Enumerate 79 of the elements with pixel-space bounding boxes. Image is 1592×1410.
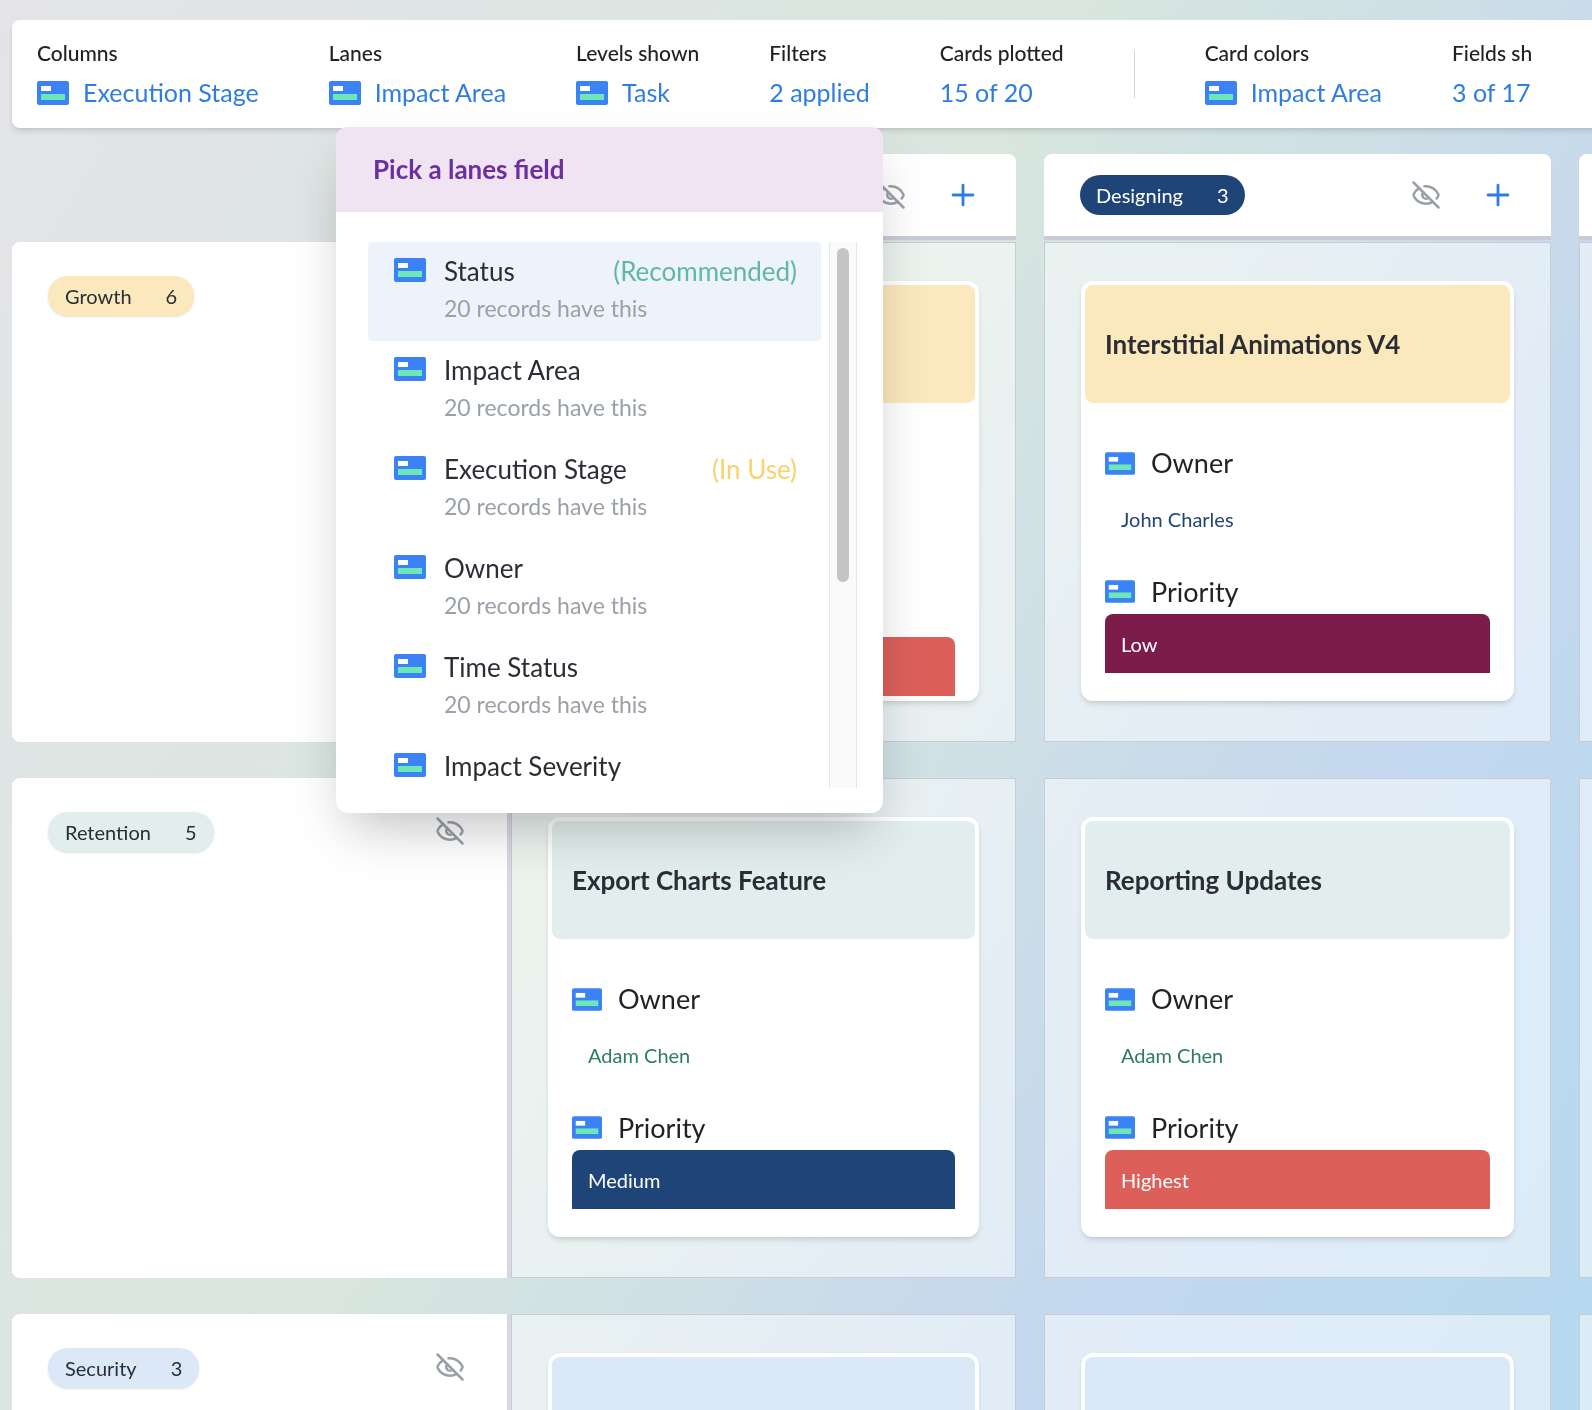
lane-name: Growth bbox=[65, 283, 132, 310]
scrollbar[interactable] bbox=[829, 241, 857, 788]
owner-value: Adam Chen bbox=[588, 1041, 692, 1069]
setting-label: Lanes bbox=[328, 38, 384, 67]
field-icon bbox=[394, 653, 426, 678]
task-card[interactable]: Export Charts Feature Owner Adam Chen Priority Medium bbox=[548, 817, 979, 1237]
field-label: Owner bbox=[1151, 981, 1233, 1017]
field-option[interactable]: Status (Recommended) 20 records have this bbox=[368, 241, 822, 341]
field-icon bbox=[572, 987, 602, 1011]
setting-label: Card colors bbox=[1204, 38, 1311, 67]
field-icon bbox=[1105, 580, 1135, 604]
option-label: Execution Stage bbox=[444, 451, 627, 487]
field-icon bbox=[394, 554, 426, 579]
field-icon bbox=[394, 257, 426, 282]
option-label: Impact Area bbox=[444, 352, 581, 388]
option-label: Impact Severity bbox=[444, 748, 622, 784]
setting-label: Levels shown bbox=[576, 38, 700, 67]
setting-value[interactable]: Impact Area bbox=[1204, 74, 1382, 112]
field-icon bbox=[394, 455, 426, 480]
hide-icon[interactable] bbox=[1411, 180, 1441, 210]
task-card[interactable]: Interstitial Animations V4 Owner John Charles Priority Low bbox=[1081, 281, 1514, 701]
owner-value: Adam Chen bbox=[1121, 1041, 1225, 1069]
field-icon bbox=[328, 80, 361, 105]
priority-tag: Medium bbox=[572, 1150, 955, 1209]
option-note: (In Use) bbox=[712, 451, 798, 487]
field-icon bbox=[1204, 80, 1237, 105]
menu-title: Pick a lanes field bbox=[373, 151, 565, 187]
option-note: (Recommended) bbox=[613, 253, 798, 289]
field-icon bbox=[576, 80, 609, 105]
lane-pill[interactable]: Growth 6 bbox=[48, 276, 195, 316]
option-subtext: 20 records have this bbox=[444, 589, 649, 621]
stage-count: 3 bbox=[1217, 182, 1229, 209]
option-subtext: 20 records have this bbox=[444, 490, 649, 522]
option-subtext: 20 records have this bbox=[444, 688, 649, 720]
hide-icon[interactable] bbox=[435, 1352, 465, 1382]
lane-count: 6 bbox=[165, 283, 178, 310]
task-card[interactable]: Reporting Updates Owner Adam Chen Priority Highest bbox=[1081, 817, 1514, 1237]
field-label: Owner bbox=[618, 981, 700, 1017]
setting-value[interactable]: 2 applied bbox=[769, 74, 870, 112]
card-title: Interstitial Animations V4 bbox=[1105, 326, 1401, 362]
priority-tag: Highest bbox=[1105, 1150, 1490, 1209]
field-icon bbox=[394, 356, 426, 381]
setting-value[interactable]: Execution Stage bbox=[37, 74, 259, 112]
field-icon bbox=[1105, 451, 1135, 475]
setting-label: Columns bbox=[37, 38, 119, 67]
lane-pill[interactable]: Security 3 bbox=[48, 1348, 200, 1388]
lane-count: 3 bbox=[170, 1355, 183, 1382]
setting-label: Fields sh bbox=[1452, 38, 1533, 67]
stage-name: Designing bbox=[1096, 182, 1183, 209]
hide-icon[interactable] bbox=[435, 816, 465, 846]
lane-count: 5 bbox=[184, 819, 197, 846]
field-label: Priority bbox=[1151, 1109, 1239, 1146]
setting-value[interactable]: Impact Area bbox=[328, 74, 507, 112]
field-icon bbox=[1105, 987, 1135, 1011]
option-subtext: 20 records have this bbox=[444, 391, 649, 423]
owner-value: John Charles bbox=[1121, 505, 1235, 533]
field-icon bbox=[394, 752, 426, 777]
card-title: Export Charts Feature bbox=[572, 862, 827, 898]
setting-value[interactable]: Task bbox=[576, 74, 700, 112]
field-label: Priority bbox=[618, 1109, 706, 1146]
option-label: Time Status bbox=[444, 649, 578, 685]
priority-tag: Low bbox=[1105, 614, 1490, 673]
option-label: Status bbox=[444, 253, 515, 289]
setting-value[interactable]: 15 of 20 bbox=[939, 74, 1064, 112]
stage-pill[interactable]: Designing 3 bbox=[1080, 175, 1245, 215]
lane-name: Security bbox=[65, 1355, 137, 1382]
option-subtext: 20 records have this bbox=[444, 292, 649, 324]
lane-name: Retention bbox=[65, 819, 151, 846]
option-label: Owner bbox=[444, 550, 523, 586]
field-icon bbox=[1105, 1116, 1135, 1140]
field-label: Priority bbox=[1151, 573, 1239, 610]
setting-value[interactable]: 3 of 17 bbox=[1452, 74, 1533, 112]
field-icon bbox=[37, 80, 69, 105]
setting-label: Filters bbox=[769, 38, 828, 67]
setting-label: Cards plotted bbox=[939, 38, 1064, 67]
field-label: Owner bbox=[1151, 445, 1233, 481]
card-title: Reporting Updates bbox=[1105, 862, 1322, 898]
field-icon bbox=[572, 1116, 602, 1140]
lane-pill[interactable]: Retention 5 bbox=[48, 812, 214, 852]
